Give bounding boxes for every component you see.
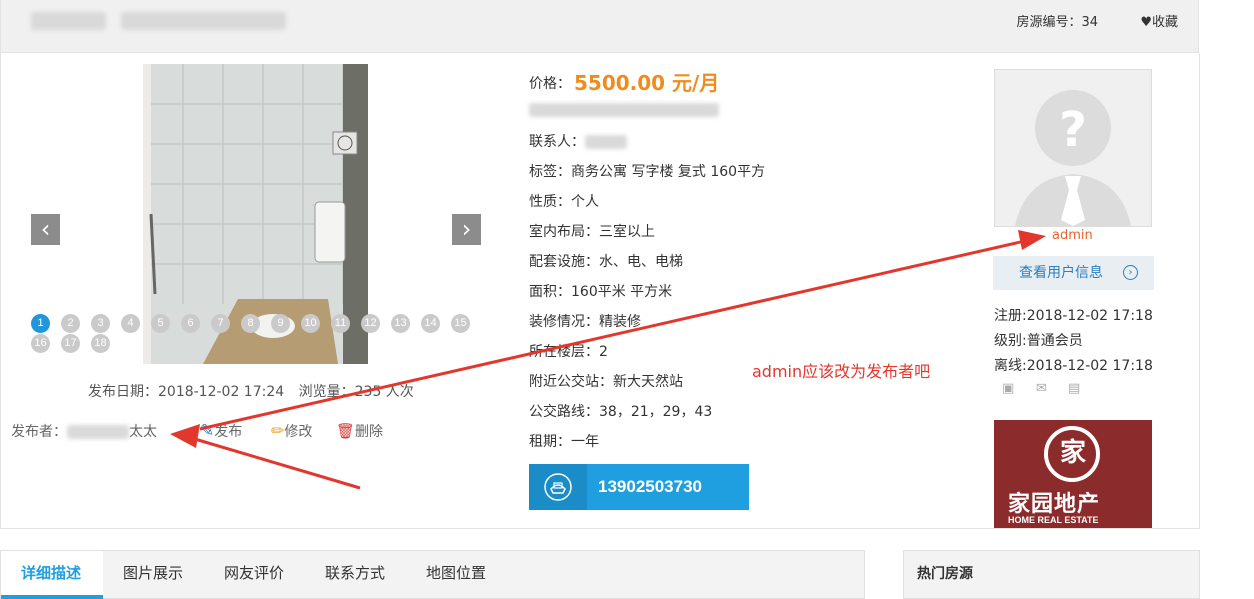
- advertisement-banner[interactable]: 家 家园地产 HOME REAL ESTATE: [994, 420, 1152, 528]
- photo-page-dot[interactable]: 3: [91, 314, 110, 333]
- title-bar: 房源编号：34 ♥收藏: [0, 0, 1199, 53]
- publish-button[interactable]: ✎发布: [200, 421, 242, 441]
- publisher: 发布者： 太太: [11, 421, 157, 441]
- heart-icon: ♥: [1140, 15, 1152, 30]
- info-row: 面积：160平米 平方米: [529, 284, 673, 300]
- mail-icon[interactable]: ✉: [1036, 381, 1054, 397]
- svg-text:?: ?: [1059, 102, 1087, 158]
- user-offline-time: 离线:2018-12-02 17:18: [994, 358, 1153, 374]
- document-icon[interactable]: ▤: [1068, 381, 1086, 397]
- view-user-info-button[interactable]: 查看用户信息 ›: [993, 256, 1154, 290]
- id-card-icon[interactable]: ▣: [1002, 381, 1020, 397]
- publisher-label: 发布者：: [11, 424, 67, 440]
- home-logo-icon: 家: [1044, 426, 1100, 482]
- info-row: 装修情况：精装修: [529, 314, 641, 330]
- edit-label: 修改: [284, 424, 313, 440]
- photo-page-dot[interactable]: 1: [31, 314, 50, 333]
- active-tab-underline: [1, 595, 103, 599]
- phone-icon: [529, 464, 587, 510]
- trash-icon: 🗑: [336, 422, 356, 440]
- photo-page-dot[interactable]: 4: [121, 314, 140, 333]
- pencil-icon: ✏: [271, 421, 285, 440]
- tab-contact[interactable]: 联系方式: [325, 562, 385, 583]
- photo-page-dot[interactable]: 14: [421, 314, 440, 333]
- info-row: 公交路线：38，21，29，43: [529, 404, 713, 420]
- tab-photos[interactable]: 图片展示: [123, 562, 183, 583]
- photo-page-dot[interactable]: 16: [31, 334, 50, 353]
- chevron-right-circle-icon: ›: [1123, 265, 1138, 280]
- photo-page-dot[interactable]: 8: [241, 314, 260, 333]
- ad-title: 家园地产: [1008, 492, 1101, 517]
- photo-page-dot[interactable]: 7: [211, 314, 230, 333]
- info-row: 性质：个人: [529, 194, 599, 210]
- delete-button[interactable]: 🗑删除: [336, 421, 383, 441]
- publisher-name-suffix: 太太: [129, 424, 157, 440]
- photo-page-dot[interactable]: 5: [151, 314, 170, 333]
- edit-square-icon: ✎: [200, 421, 215, 441]
- view-count: 浏览量：235 人次: [298, 384, 414, 400]
- info-row: 配套设施：水、电、电梯: [529, 254, 683, 270]
- user-register-date: 注册:2018-12-02 17:18: [994, 308, 1153, 324]
- house-number: 房源编号：34: [1016, 15, 1098, 30]
- hot-listings-title: 热门房源: [917, 566, 973, 582]
- favorite-label: 收藏: [1151, 15, 1178, 30]
- user-avatar[interactable]: ?: [994, 69, 1152, 227]
- photo-page-dot[interactable]: 10: [301, 314, 320, 333]
- photo-page-dot[interactable]: 17: [61, 334, 80, 353]
- photo-page-dot[interactable]: 11: [331, 314, 350, 333]
- info-row: 所在楼层：2: [529, 344, 608, 360]
- blurred-address: [529, 103, 719, 117]
- info-row: 室内布局：三室以上: [529, 224, 655, 240]
- blurred-publisher-name: [67, 425, 129, 439]
- photo-page-dot[interactable]: 18: [91, 334, 110, 353]
- publish-label: 发布: [214, 424, 243, 440]
- annotation-text: admin应该改为发布者吧: [752, 362, 931, 381]
- photo-page-dot[interactable]: 9: [271, 314, 290, 333]
- blurred-contact-name: [585, 135, 627, 149]
- photo-page-dot[interactable]: 12: [361, 314, 380, 333]
- photo-page-dot[interactable]: 13: [391, 314, 410, 333]
- favorite-button[interactable]: ♥收藏: [1140, 11, 1178, 30]
- tab-map[interactable]: 地图位置: [426, 562, 486, 583]
- photo-page-dot[interactable]: 6: [181, 314, 200, 333]
- tab-reviews[interactable]: 网友评价: [224, 562, 284, 583]
- next-photo-button[interactable]: ›: [452, 214, 481, 245]
- user-level: 级别:普通会员: [994, 333, 1083, 349]
- price-label: 价格：: [529, 76, 571, 92]
- photo-page-dot[interactable]: 15: [451, 314, 470, 333]
- publish-date: 发布日期：2018-12-02 17:24: [88, 384, 285, 400]
- prev-photo-button[interactable]: ‹: [31, 214, 60, 245]
- contact-row: 联系人：: [529, 131, 627, 151]
- delete-label: 删除: [355, 424, 384, 440]
- blurred-title: [121, 12, 286, 30]
- photo-page-dot[interactable]: 2: [61, 314, 80, 333]
- blurred-title: [31, 12, 106, 30]
- tab-detail[interactable]: 详细描述: [21, 562, 81, 583]
- phone-number: 13902503730: [598, 477, 703, 496]
- view-user-info-label: 查看用户信息: [1019, 265, 1103, 281]
- ad-subtitle: HOME REAL ESTATE: [1008, 515, 1099, 525]
- user-name[interactable]: admin: [1052, 228, 1093, 243]
- info-row: 租期：一年: [529, 434, 599, 450]
- publish-info: 发布日期：2018-12-02 17:24 浏览量：235 人次: [88, 381, 414, 401]
- contact-label: 联系人：: [529, 134, 585, 150]
- info-row: 附近公交站：新大天然站: [529, 374, 683, 390]
- info-row: 标签：商务公寓 写字楼 复式 160平方: [529, 164, 766, 180]
- price-value: 5500.00 元/月: [574, 71, 720, 95]
- edit-button[interactable]: ✏修改: [271, 421, 312, 441]
